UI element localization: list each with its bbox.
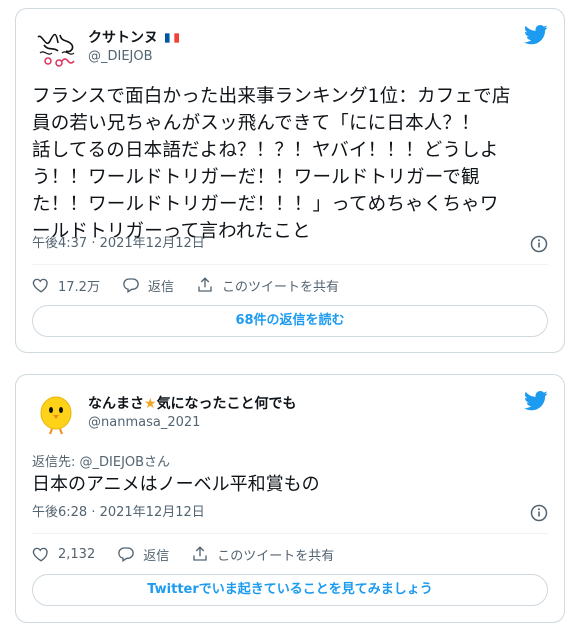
tweet-text: フランスで面白かった出来事ランキング1位：カフェで店 員の若い兄ちゃんがスッ飛ん… (32, 86, 511, 242)
tweet-header: なんまさ★気になったこと何でも @nanmasa_2021 (32, 389, 548, 437)
share-label: このツイートを共有 (221, 279, 339, 295)
info-icon[interactable] (530, 235, 548, 253)
like-button[interactable]: 2,132 (32, 545, 95, 563)
timestamp[interactable]: 午後6:28 · 2021年12月12日 (32, 505, 205, 520)
tweet-meta: 午後6:28 · 2021年12月12日 (32, 503, 548, 523)
reply-label: 返信 (147, 279, 174, 295)
twitter-bird-icon[interactable] (524, 391, 548, 411)
info-icon[interactable] (530, 504, 548, 522)
tweet-text: 日本のアニメはノーベル平和賞もの (32, 474, 320, 495)
heart-icon (32, 278, 48, 293)
tweet-card-main: クサトンヌ @_DIEJOB フランスで面白かった出来事ランキング1位：カフェで… (15, 8, 565, 353)
display-name[interactable]: なんまさ★気になったこと何でも (88, 395, 297, 413)
signature-avatar-image (32, 23, 80, 71)
share-icon (193, 546, 207, 561)
twitter-bird-icon[interactable] (524, 25, 548, 45)
reply-to-label[interactable]: 返信先: @_DIEJOBさん (32, 451, 170, 470)
france-flag-icon (164, 33, 179, 43)
chick-avatar-image (32, 389, 80, 437)
like-count: 2,132 (58, 546, 96, 562)
share-label: このツイートを共有 (217, 548, 335, 564)
reply-label: 返信 (143, 548, 170, 564)
explore-twitter-button[interactable]: Twitterでいま起きていることを見てみましょう (32, 574, 548, 606)
star-icon: ★ (144, 396, 157, 412)
avatar[interactable] (32, 389, 80, 437)
divider (32, 264, 548, 265)
user-handle[interactable]: @_DIEJOB (88, 47, 179, 67)
reply-button[interactable]: 返信 (117, 545, 169, 564)
like-button[interactable]: 17.2万 (32, 276, 100, 295)
reply-button[interactable]: 返信 (122, 276, 174, 295)
user-handle[interactable]: @nanmasa_2021 (88, 413, 297, 433)
tweet-meta: 午後4:37 · 2021年12月12日 (32, 234, 548, 254)
like-count: 17.2万 (58, 279, 100, 295)
timestamp[interactable]: 午後4:37 · 2021年12月12日 (32, 236, 205, 251)
tweet-header: クサトンヌ @_DIEJOB (32, 23, 548, 71)
share-button[interactable]: このツイートを共有 (196, 276, 339, 295)
read-replies-button[interactable]: 68件の返信を読む (32, 305, 548, 337)
tweet-actions: 2,132 返信 このツイートを共有 (32, 542, 548, 566)
tweet-actions: 17.2万 返信 このツイートを共有 (32, 273, 548, 297)
tweet-card-reply: なんまさ★気になったこと何でも @nanmasa_2021 返信先: @_DIE… (15, 374, 565, 623)
divider (32, 533, 548, 534)
heart-icon (32, 547, 48, 562)
display-name[interactable]: クサトンヌ (88, 29, 179, 47)
share-icon (198, 277, 212, 292)
reply-icon (118, 547, 135, 563)
reply-icon (123, 278, 139, 294)
share-button[interactable]: このツイートを共有 (191, 545, 334, 564)
avatar[interactable] (32, 23, 80, 71)
